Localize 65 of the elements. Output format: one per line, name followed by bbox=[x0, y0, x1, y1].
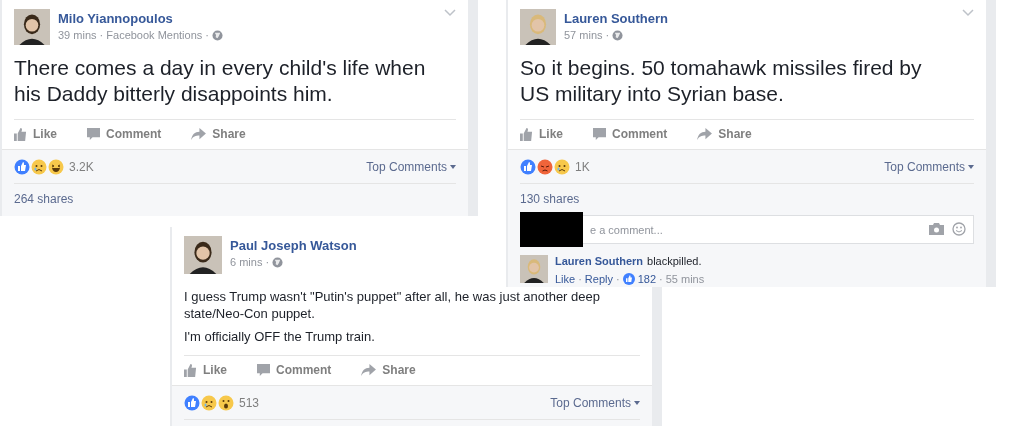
post-time: 39 mins · Facebook Mentions · bbox=[58, 29, 209, 41]
caret-icon bbox=[634, 401, 640, 405]
sad-reaction-icon[interactable] bbox=[31, 159, 47, 175]
post-time: 6 mins · bbox=[230, 256, 270, 268]
comment-action-link[interactable]: Like bbox=[555, 273, 576, 285]
avatar[interactable] bbox=[520, 9, 556, 45]
action-button[interactable]: Like bbox=[14, 127, 57, 141]
post-text: I guess Trump wasn't "Putin's puppet" after all, he was just another deep state/Neo-Con puppet. bbox=[184, 288, 601, 322]
action-button[interactable]: Comment bbox=[593, 127, 668, 141]
globe-icon bbox=[212, 29, 223, 41]
author-name[interactable]: Lauren Southern bbox=[564, 11, 668, 26]
action-button[interactable]: Share bbox=[697, 127, 752, 141]
action-button[interactable]: Share bbox=[191, 127, 246, 141]
action-button[interactable]: Share bbox=[361, 363, 416, 377]
sad-reaction-icon[interactable] bbox=[554, 159, 570, 175]
like-reaction-icon[interactable] bbox=[14, 159, 30, 175]
sad-reaction-icon[interactable] bbox=[201, 395, 217, 411]
author-name[interactable]: Milo Yiannopoulos bbox=[58, 11, 223, 26]
reaction-count[interactable]: 3.2K bbox=[69, 160, 94, 174]
avatar[interactable] bbox=[184, 236, 222, 274]
shares-link[interactable]: 130 shares bbox=[520, 184, 974, 210]
surprised-reaction-icon[interactable] bbox=[218, 395, 234, 411]
post-text: So it begins. 50 tomahawk missiles fired by US military into Syrian base. bbox=[520, 55, 923, 107]
separator-dot: · bbox=[659, 273, 663, 285]
avatar[interactable] bbox=[14, 9, 50, 45]
reaction-count[interactable]: 513 bbox=[239, 396, 260, 410]
top-comments-dropdown[interactable]: Top Comments bbox=[550, 396, 640, 410]
avatar[interactable] bbox=[520, 255, 548, 283]
speech-bubble-icon bbox=[593, 127, 606, 141]
angry-reaction-icon[interactable] bbox=[537, 159, 553, 175]
share-arrow-icon bbox=[361, 363, 377, 377]
like-reaction-icon[interactable] bbox=[184, 395, 200, 411]
share-arrow-icon bbox=[697, 127, 713, 141]
comment-action-link[interactable]: Reply bbox=[584, 273, 613, 285]
top-comments-dropdown[interactable]: Top Comments bbox=[884, 160, 974, 174]
thumbs-up-icon bbox=[14, 127, 27, 141]
post-text: I'm officially OFF the Trump train. bbox=[184, 328, 376, 345]
action-button[interactable]: Comment bbox=[257, 363, 332, 377]
post-text: There comes a day in every child's life when his Daddy bitterly disappoints him. bbox=[14, 55, 427, 107]
action-button[interactable]: Like bbox=[520, 127, 563, 141]
speech-bubble-icon bbox=[87, 127, 100, 141]
redaction-box bbox=[520, 212, 583, 247]
separator-dot: · bbox=[578, 273, 582, 285]
shares-link[interactable]: 264 shares bbox=[14, 184, 456, 210]
comment-like-count[interactable]: 182 bbox=[637, 273, 656, 285]
comment-author[interactable]: Lauren Southern bbox=[555, 255, 643, 267]
speech-bubble-icon bbox=[257, 363, 270, 377]
post-time: 57 mins · bbox=[564, 29, 610, 41]
caret-icon bbox=[450, 165, 456, 169]
author-name[interactable]: Paul Joseph Watson bbox=[230, 238, 357, 253]
action-button[interactable]: Like bbox=[184, 363, 227, 377]
laughing-reaction-icon[interactable] bbox=[48, 159, 64, 175]
top-comments-dropdown[interactable]: Top Comments bbox=[366, 160, 456, 174]
comment-time: 55 mins bbox=[665, 273, 705, 285]
action-button[interactable]: Comment bbox=[87, 127, 162, 141]
caret-icon bbox=[968, 165, 974, 169]
separator-dot: · bbox=[616, 273, 620, 285]
comment-text: blackpilled. bbox=[647, 255, 702, 267]
share-arrow-icon bbox=[191, 127, 207, 141]
thumbs-up-icon bbox=[184, 363, 197, 377]
reaction-count[interactable]: 1K bbox=[575, 160, 590, 174]
like-reaction-icon[interactable] bbox=[520, 159, 536, 175]
globe-icon bbox=[612, 29, 624, 41]
globe-icon bbox=[272, 256, 284, 268]
thumbs-up-icon bbox=[520, 127, 533, 141]
